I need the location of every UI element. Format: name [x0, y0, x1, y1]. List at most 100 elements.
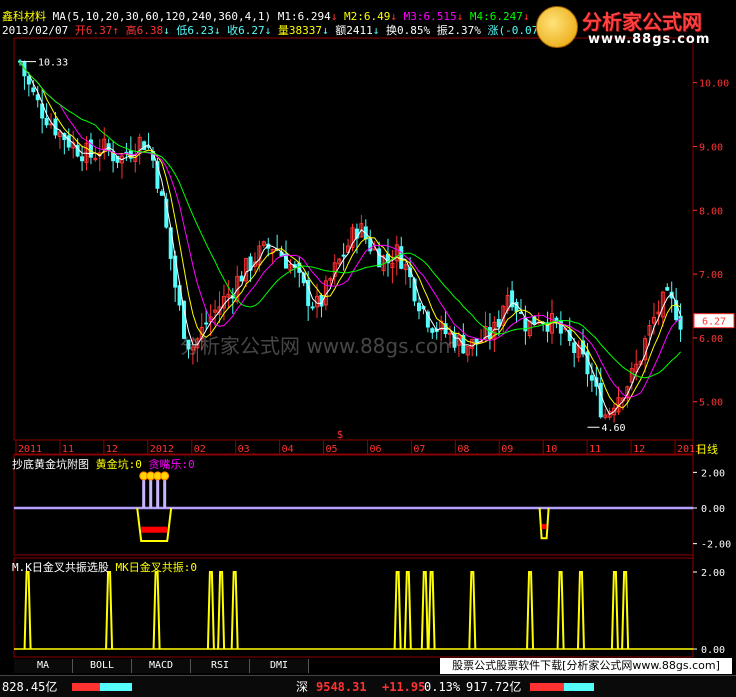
time-axis-label: 03	[238, 444, 250, 455]
tab-dmi[interactable]: DMI	[250, 659, 309, 673]
mk-signal-pulse	[420, 571, 429, 650]
status-bar-red	[72, 683, 100, 691]
time-axis-label: 06	[369, 444, 381, 455]
time-axis-label: 04	[282, 444, 294, 455]
status-index-pct: 0.13%	[424, 680, 461, 694]
time-axis-label: 2011	[18, 444, 42, 455]
quote-turnover: 换0.85%	[385, 24, 431, 37]
status-index-change: +11.95	[382, 680, 426, 694]
mk-signal-pulse	[230, 571, 239, 650]
price-tick-label: 9.00	[699, 142, 723, 153]
tab-boll[interactable]: BOLL	[73, 659, 132, 673]
price-tick-label: 8.00	[699, 206, 723, 217]
indicator2-tick-label: 2.00	[701, 568, 725, 579]
status-index-amount: 917.72亿	[466, 680, 522, 694]
center-watermark: 分析家公式网 www.88gs.com	[180, 334, 458, 358]
indicator1-tick-label: 2.00	[701, 468, 725, 479]
gold-pit-shape-small	[538, 507, 550, 540]
candle-body	[589, 375, 594, 381]
time-axis-label: 10	[545, 444, 557, 455]
gold-pit-bar	[156, 479, 160, 508]
period-label[interactable]: 日线	[696, 443, 718, 456]
indicator1-header: 抄底黄金坑附图 黄金坑:0 贪嘴乐:0	[12, 458, 195, 471]
tab-ma[interactable]: MA	[14, 659, 73, 673]
candle-body	[159, 191, 164, 196]
status-index-label: 深	[296, 680, 309, 694]
indicator1-series2: 贪嘴乐:0	[148, 458, 195, 471]
ma-params: MA(5,10,20,30,60,120,240,360,4,1)	[52, 10, 272, 23]
gold-pit-fill	[141, 526, 168, 533]
candle-body	[80, 156, 85, 162]
candle-body	[572, 342, 577, 354]
candle-body	[341, 254, 346, 257]
stock-chart-window: 10.00 9.00 8.00 7.00 6.00 5.00 10.33 4.60 6.27 $2…	[0, 0, 736, 697]
candle-body	[31, 87, 36, 93]
quote-date: 2013/02/07	[2, 24, 69, 37]
ma2-value: M2:6.49	[344, 10, 391, 23]
time-axis-label: 11	[589, 444, 601, 455]
logo-text: 分析家公式网	[582, 10, 702, 34]
status-bar: 828.45亿 深 9548.31 +11.95 0.13% 917.72亿	[0, 675, 736, 697]
ma4-value: M4:6.247	[469, 10, 523, 23]
tab-macd[interactable]: MACD	[132, 659, 191, 673]
candle-body	[26, 76, 31, 85]
mk-signal-pulse	[217, 571, 226, 650]
time-axis-label: 02	[194, 444, 206, 455]
mk-signal-pulse	[556, 571, 565, 650]
tab-rsi[interactable]: RSI	[191, 659, 250, 673]
mk-signal-pulse	[393, 571, 402, 650]
indicator1-title: 抄底黄金坑附图	[12, 458, 89, 471]
status-bar-red2	[530, 683, 564, 691]
quote-amount: 额2411	[335, 24, 373, 37]
candle-body	[204, 322, 209, 325]
status-bar-cyan	[100, 683, 132, 691]
high-price-label: 10.33	[38, 58, 68, 69]
mk-signal-pulse	[610, 571, 619, 650]
logo-circle-icon	[536, 6, 578, 48]
mk-signal-pulse	[427, 571, 436, 650]
candle-body	[310, 306, 315, 309]
event-marker: $	[337, 428, 344, 441]
mk-signal-pulse	[576, 571, 585, 650]
mk-signal-pulse	[206, 571, 215, 650]
indicator2-tick-label: 0.00	[701, 645, 725, 656]
current-price-label: 6.27	[702, 317, 726, 328]
indicator1-tick-label: -2.00	[701, 540, 731, 551]
candle-body	[598, 382, 603, 418]
price-tick-label: 10.00	[699, 79, 729, 90]
quote-header-row: 2013/02/07 开6.37↑ 高6.38↓ 低6.23↓ 收6.27↓ 量…	[2, 24, 559, 37]
quote-high: 高6.38	[125, 24, 164, 37]
price-tick-label: 7.00	[699, 270, 723, 281]
download-banner[interactable]: 股票公式股票软件下载[分析家公式网www.88gs.com]	[440, 658, 732, 674]
quote-volume: 量38337	[277, 24, 322, 37]
quote-close: 收6.27	[227, 24, 265, 37]
candle-body	[665, 287, 670, 291]
status-left-value: 828.45亿	[2, 680, 58, 694]
site-logo: 分析家公式网 www.88gs.com	[532, 2, 734, 52]
candle-body	[417, 302, 421, 312]
candle-body	[678, 315, 683, 330]
mk-signal-pulse	[621, 571, 630, 650]
quote-low: 低6.23	[176, 24, 214, 37]
candle-body	[377, 248, 382, 268]
ma-header-row: 鑫科材料 MA(5,10,20,30,60,120,240,360,4,1) M…	[2, 10, 530, 23]
indicator1-series1: 黄金坑:0	[95, 458, 142, 471]
gold-pit-shape	[136, 507, 173, 542]
ma3-value: M3:6.515	[403, 10, 457, 23]
candle-body	[399, 246, 404, 269]
status-index-value: 9548.31	[316, 680, 367, 694]
candle-body	[66, 135, 71, 148]
time-axis-label: 08	[457, 444, 469, 455]
quote-amplitude: 振2.37%	[436, 24, 481, 37]
mk-signal-pulse	[23, 571, 32, 650]
mk-signal-pulse	[403, 571, 412, 650]
gold-pit-bar	[149, 479, 153, 508]
gold-pit-bar	[142, 479, 146, 508]
low-price-label: 4.60	[601, 423, 625, 434]
time-axis-label: 07	[413, 444, 425, 455]
indicator1-tick-label: 0.00	[701, 504, 725, 515]
gold-pit-bar	[163, 479, 167, 508]
gold-pit-fill-small	[541, 524, 547, 530]
mk-signal-pulse	[152, 571, 161, 650]
time-axis-label: 12	[633, 444, 645, 455]
